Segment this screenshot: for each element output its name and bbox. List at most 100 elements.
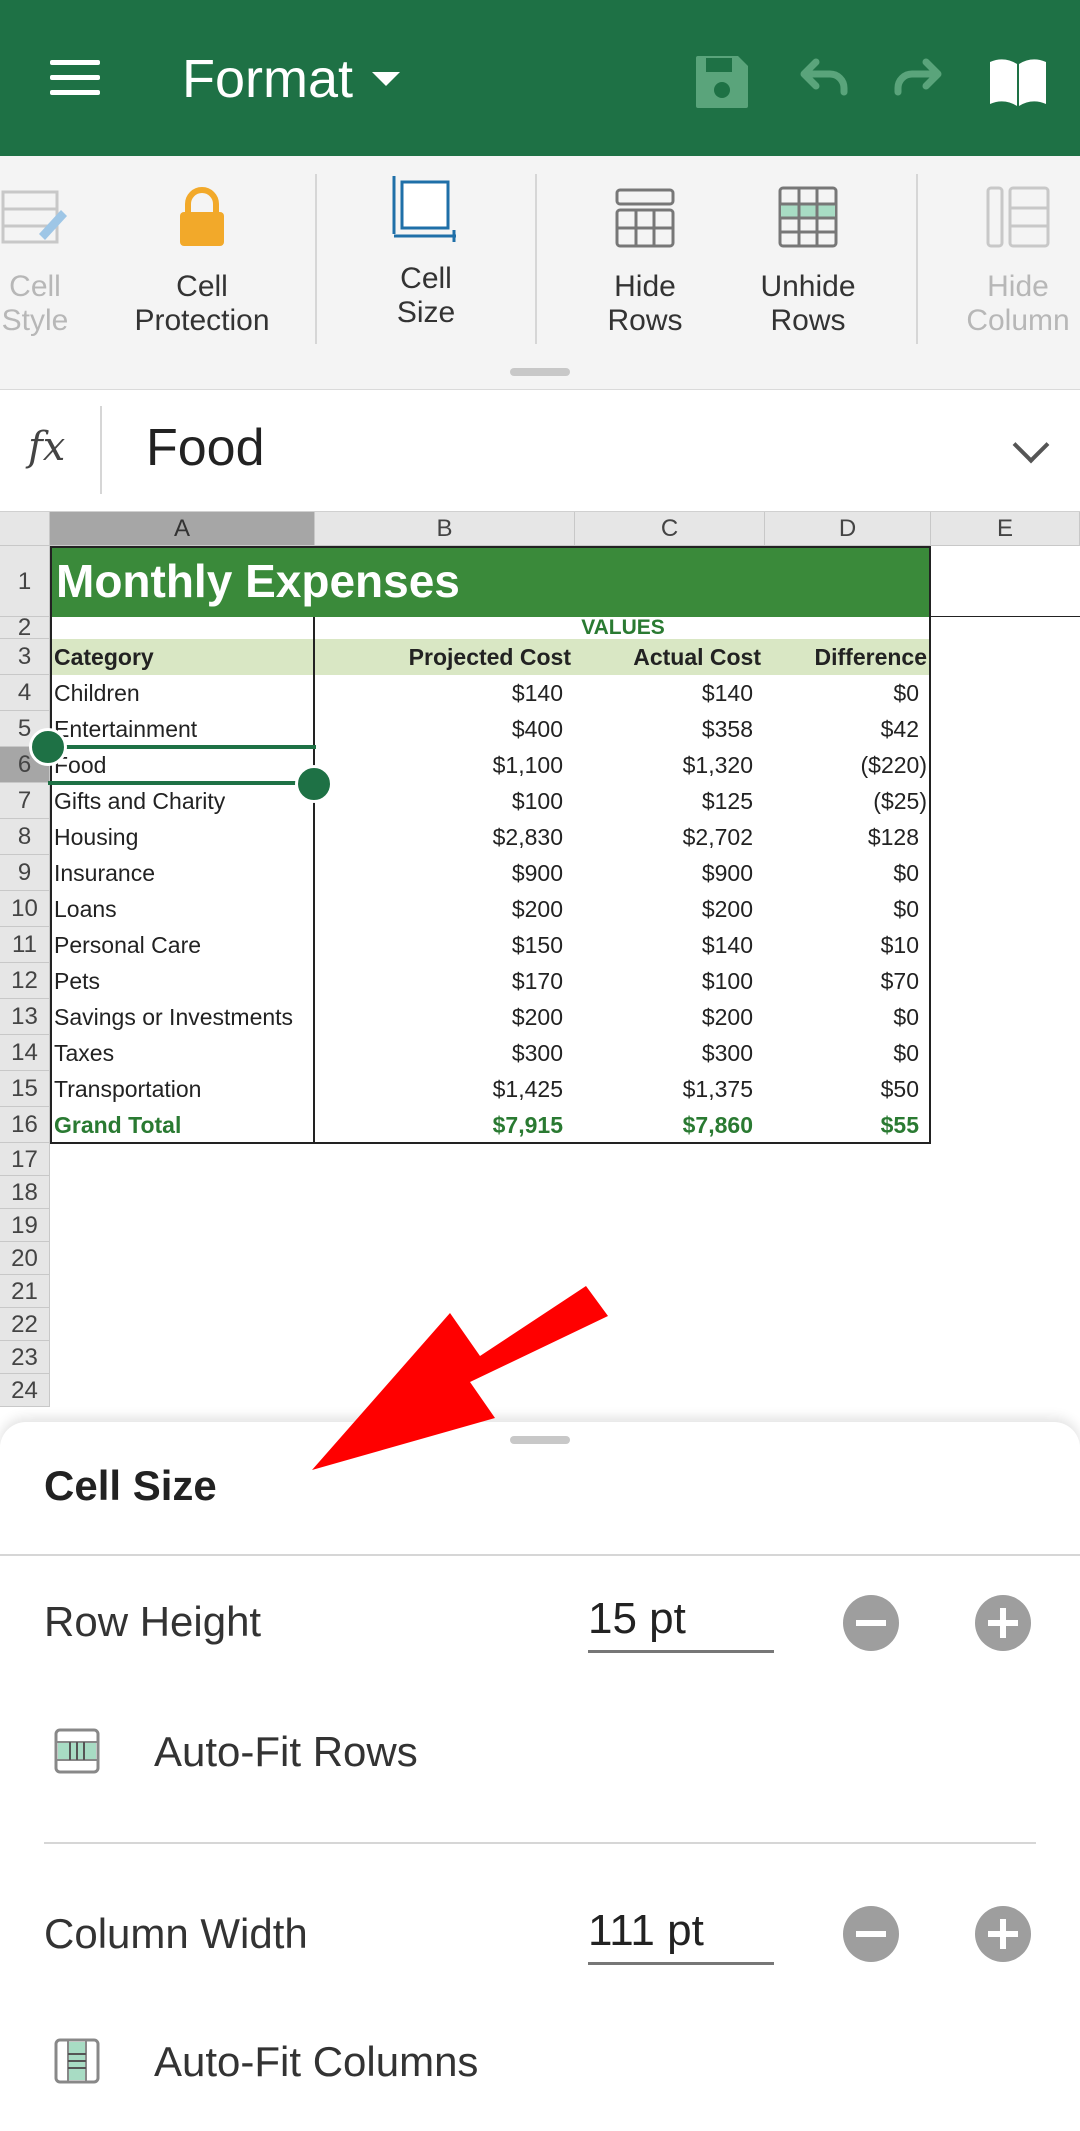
column-header-e[interactable]: E <box>931 512 1080 546</box>
category-cell[interactable]: Pets <box>54 963 100 999</box>
row-header[interactable]: 20 <box>0 1242 50 1275</box>
row-header[interactable]: 23 <box>0 1341 50 1374</box>
projected-cell[interactable]: $150 <box>315 927 563 963</box>
difference-cell[interactable]: $0 <box>765 1035 919 1071</box>
actual-cell[interactable]: $1,375 <box>575 1071 753 1107</box>
autofit-columns-button[interactable]: Auto-Fit Columns <box>154 2038 478 2086</box>
row-header[interactable]: 13 <box>0 999 50 1035</box>
row-header[interactable]: 11 <box>0 927 50 963</box>
projected-cell[interactable]: $900 <box>315 855 563 891</box>
panel-drag-handle[interactable] <box>510 1436 570 1444</box>
difference-cell[interactable]: $42 <box>765 711 919 747</box>
category-cell[interactable]: Taxes <box>54 1035 114 1071</box>
column-heading[interactable]: Difference <box>765 639 927 675</box>
row-height-input[interactable]: 15 pt <box>588 1594 774 1653</box>
ribbon-cell-protection[interactable]: Cell Protection <box>124 182 280 338</box>
row-header[interactable]: 2 <box>0 616 50 640</box>
menu-icon[interactable] <box>46 56 106 100</box>
row-header[interactable]: 16 <box>0 1107 50 1143</box>
difference-cell[interactable]: ($220) <box>765 747 927 783</box>
row-header[interactable]: 8 <box>0 819 50 855</box>
row-header[interactable]: 18 <box>0 1176 50 1209</box>
difference-cell[interactable]: $70 <box>765 963 919 999</box>
actual-cell[interactable]: $300 <box>575 1035 753 1071</box>
category-cell[interactable]: Loans <box>54 891 117 927</box>
ribbon-unhide-rows[interactable]: Unhide Rows <box>740 182 876 338</box>
actual-cell[interactable]: $358 <box>575 711 753 747</box>
save-icon[interactable] <box>690 50 754 114</box>
grand-total-label[interactable]: Grand Total <box>54 1107 181 1143</box>
book-icon[interactable] <box>986 50 1050 114</box>
selection-handle-end[interactable] <box>295 765 333 803</box>
column-heading[interactable]: Projected Cost <box>315 639 571 675</box>
category-cell[interactable]: Savings or Investments <box>54 999 313 1035</box>
redo-icon[interactable] <box>888 50 952 114</box>
difference-cell[interactable]: $0 <box>765 855 919 891</box>
difference-cell[interactable]: $50 <box>765 1071 919 1107</box>
column-header-b[interactable]: B <box>315 512 575 546</box>
projected-cell[interactable]: $1,425 <box>315 1071 563 1107</box>
chevron-down-icon[interactable] <box>372 72 400 86</box>
row-header[interactable]: 10 <box>0 891 50 927</box>
projected-cell[interactable]: $140 <box>315 675 563 711</box>
projected-cell[interactable]: $100 <box>315 783 563 819</box>
formula-input[interactable]: Food <box>146 418 265 478</box>
sheet-title[interactable]: Monthly Expenses <box>56 546 460 617</box>
category-cell[interactable]: Insurance <box>54 855 155 891</box>
difference-cell[interactable]: ($25) <box>765 783 927 819</box>
category-cell[interactable]: Children <box>54 675 140 711</box>
selection-handle-start[interactable] <box>29 728 67 766</box>
ribbon-hide-column[interactable]: Hide Column <box>956 182 1080 338</box>
undo-icon[interactable] <box>790 50 854 114</box>
column-heading[interactable]: Category <box>54 639 154 675</box>
column-width-input[interactable]: 111 pt <box>588 1906 774 1965</box>
difference-cell[interactable]: $0 <box>765 675 919 711</box>
row-header[interactable]: 3 <box>0 639 50 675</box>
actual-cell[interactable]: $2,702 <box>575 819 753 855</box>
column-header-a[interactable]: A <box>50 512 315 546</box>
actual-cell[interactable]: $100 <box>575 963 753 999</box>
category-cell[interactable]: Personal Care <box>54 927 201 963</box>
projected-cell[interactable]: $200 <box>315 999 563 1035</box>
difference-cell[interactable]: $10 <box>765 927 919 963</box>
row-header[interactable]: 4 <box>0 675 50 711</box>
grand-total-projected[interactable]: $7,915 <box>315 1107 563 1143</box>
ribbon-hide-rows[interactable]: Hide Rows <box>580 182 710 338</box>
expand-chevron-icon[interactable] <box>1012 426 1050 464</box>
projected-cell[interactable]: $2,830 <box>315 819 563 855</box>
grand-total-actual[interactable]: $7,860 <box>575 1107 753 1143</box>
values-header[interactable]: VALUES <box>315 617 931 639</box>
actual-cell[interactable]: $125 <box>575 783 753 819</box>
select-all-corner[interactable] <box>0 512 50 546</box>
actual-cell[interactable]: $1,320 <box>575 747 753 783</box>
column-width-decrease-button[interactable] <box>843 1906 899 1962</box>
row-header[interactable]: 22 <box>0 1308 50 1341</box>
ribbon-cell-style[interactable]: Cell Style <box>0 182 90 338</box>
column-header-c[interactable]: C <box>575 512 765 546</box>
projected-cell[interactable]: $400 <box>315 711 563 747</box>
projected-cell[interactable]: $300 <box>315 1035 563 1071</box>
ribbon-cell-size[interactable]: Cell Size <box>360 174 492 330</box>
column-heading[interactable]: Actual Cost <box>575 639 761 675</box>
actual-cell[interactable]: $200 <box>575 999 753 1035</box>
autofit-rows-button[interactable]: Auto-Fit Rows <box>154 1728 418 1776</box>
row-header[interactable]: 24 <box>0 1374 50 1407</box>
row-header[interactable]: 7 <box>0 783 50 819</box>
column-header-d[interactable]: D <box>765 512 931 546</box>
row-header[interactable]: 14 <box>0 1035 50 1071</box>
row-header[interactable]: 12 <box>0 963 50 999</box>
projected-cell[interactable]: $170 <box>315 963 563 999</box>
category-cell[interactable]: Entertainment <box>54 711 197 747</box>
row-header[interactable]: 21 <box>0 1275 50 1308</box>
row-header[interactable]: 15 <box>0 1071 50 1107</box>
actual-cell[interactable]: $200 <box>575 891 753 927</box>
actual-cell[interactable]: $140 <box>575 927 753 963</box>
row-header[interactable]: 19 <box>0 1209 50 1242</box>
format-dropdown-title[interactable]: Format <box>182 48 353 110</box>
category-cell[interactable]: Gifts and Charity <box>54 783 225 819</box>
grand-total-difference[interactable]: $55 <box>765 1107 919 1143</box>
difference-cell[interactable]: $128 <box>765 819 919 855</box>
row-height-increase-button[interactable] <box>975 1595 1031 1651</box>
difference-cell[interactable]: $0 <box>765 999 919 1035</box>
category-cell[interactable]: Housing <box>54 819 138 855</box>
